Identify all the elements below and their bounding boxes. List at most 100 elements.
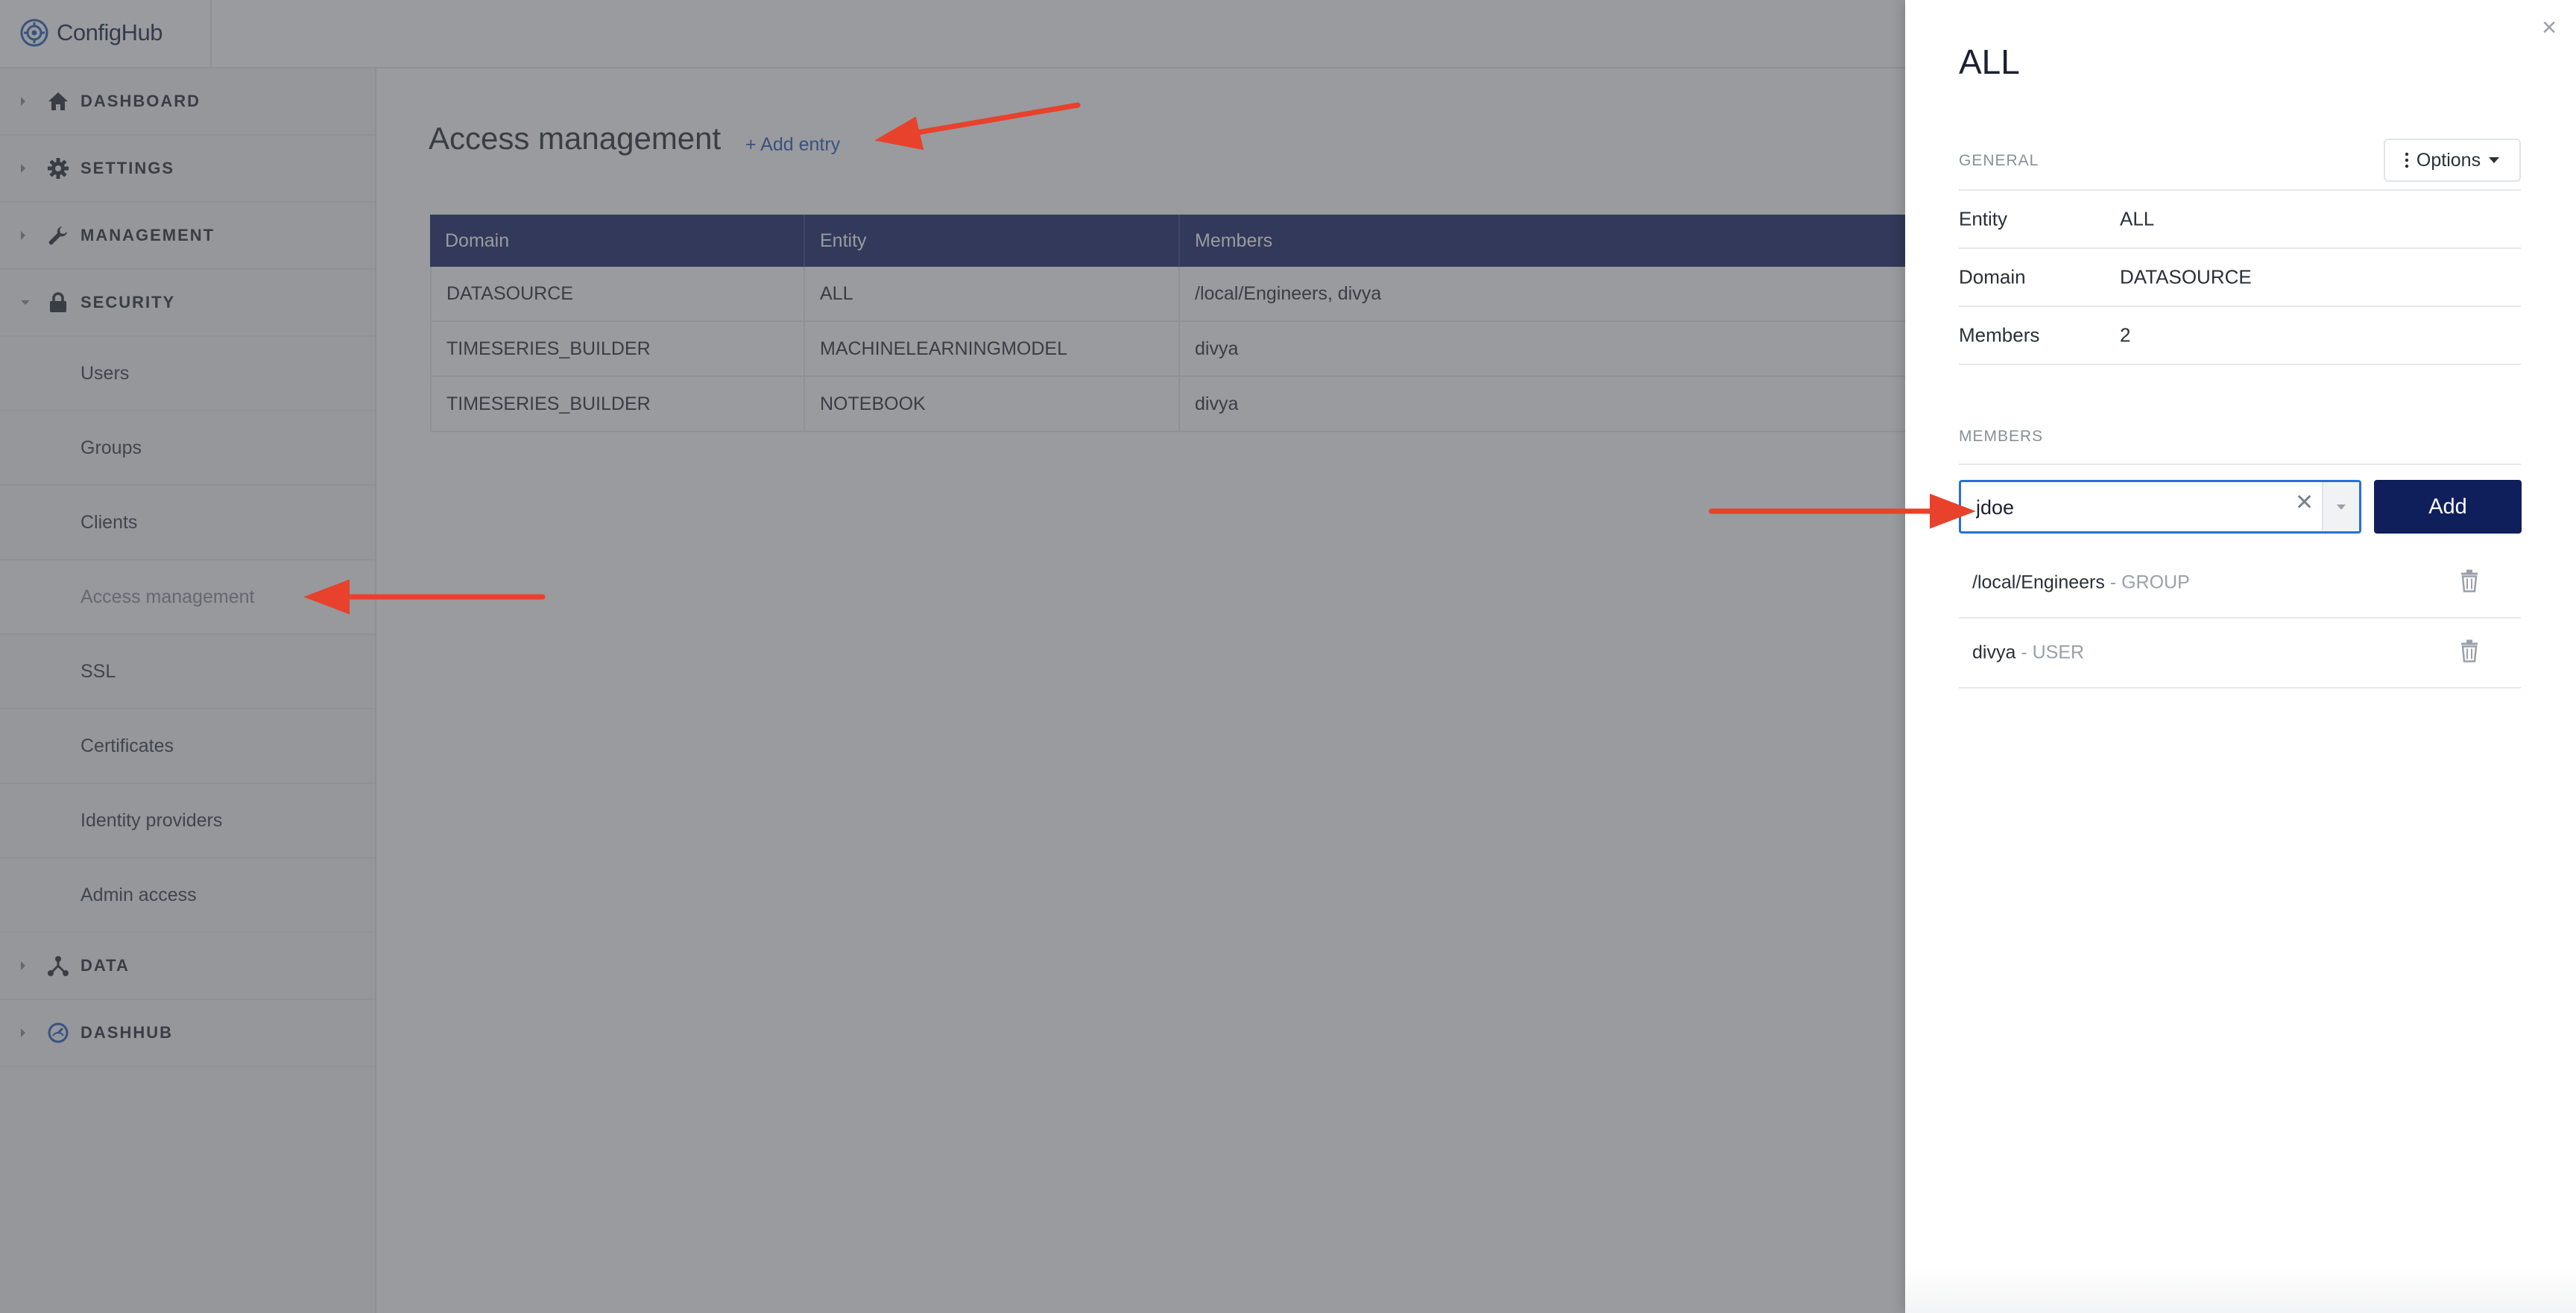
table-cell: DATASOURCE (430, 267, 805, 320)
member-name: divya (1972, 642, 2016, 663)
table-cell: NOTEBOOK (805, 377, 1180, 431)
add-member-button[interactable]: Add (2374, 480, 2522, 534)
table-cell: MACHINELEARNINGMODEL (805, 322, 1180, 376)
sidebar-subitem-certificates[interactable]: Certificates (0, 709, 375, 784)
sidebar-item-security[interactable]: SECURITY (0, 270, 375, 337)
sidebar-subitem-clients[interactable]: Clients (0, 486, 375, 560)
divider (1959, 463, 2521, 465)
column-header-members[interactable]: Members (1180, 215, 1921, 267)
table-cell: TIMESERIES_BUILDER (430, 322, 805, 376)
drawer-title: ALL (1959, 42, 2020, 81)
app-logo-text: ConfigHub (57, 19, 162, 45)
network-icon (46, 954, 70, 978)
field-key: Members (1959, 323, 2040, 347)
sidebar-item-dashhub[interactable]: DASHHUB (0, 1000, 375, 1067)
member-type: - GROUP (2104, 572, 2190, 593)
sidebar-item-settings[interactable]: SETTINGS (0, 136, 375, 203)
dropdown-toggle[interactable] (2322, 482, 2359, 531)
main-content: Access management + Add entry Domain Ent… (376, 69, 1921, 1313)
app-logo[interactable]: ConfigHub (19, 18, 162, 48)
sidebar-subitem-users[interactable]: Users (0, 337, 375, 411)
chevron-down-icon (21, 300, 30, 305)
chevron-right-icon (21, 231, 25, 240)
sidebar-subitem-label: Groups (80, 437, 142, 458)
member-list-item: divya - USER (1959, 618, 2521, 689)
access-table: Domain Entity Members DATASOURCE ALL /lo… (430, 215, 1921, 432)
member-type: - USER (2015, 642, 2085, 663)
field-key: Domain (1959, 265, 2026, 288)
options-button-label: Options (2416, 149, 2481, 171)
table-cell: /local/Engineers, divya (1180, 267, 1921, 320)
table-row[interactable]: TIMESERIES_BUILDER NOTEBOOK divya (430, 377, 1921, 432)
sidebar-subitem-ssl[interactable]: SSL (0, 635, 375, 709)
sidebar-item-data[interactable]: DATA (0, 933, 375, 1000)
column-header-entity[interactable]: Entity (805, 215, 1180, 267)
sidebar-item-label: DASHBOARD (80, 92, 201, 110)
field-key: Entity (1959, 207, 2008, 230)
drawer-bottom-fade (1905, 1267, 2576, 1313)
general-section-label: GENERAL (1959, 152, 2039, 169)
options-button[interactable]: Options (2384, 139, 2521, 182)
sidebar-subitem-admin-access[interactable]: Admin access (0, 858, 375, 933)
members-section-label: MEMBERS (1959, 428, 2044, 445)
sidebar: DASHBOARD SETTINGS MANAGEMENT SECURITY U… (0, 69, 376, 1313)
sidebar-subitem-identity-providers[interactable]: Identity providers (0, 784, 375, 858)
member-search-input[interactable] (1974, 490, 2276, 525)
field-value: ALL (2120, 207, 2155, 230)
trash-icon[interactable] (2460, 639, 2479, 667)
table-row[interactable]: TIMESERIES_BUILDER MACHINELEARNINGMODEL … (430, 322, 1921, 377)
sidebar-item-label: DASHHUB (80, 1023, 173, 1042)
close-icon[interactable]: × (2542, 13, 2557, 42)
sidebar-subitem-label: SSL (80, 660, 116, 682)
field-value: 2 (2120, 323, 2131, 347)
member-name: /local/Engineers (1972, 572, 2105, 593)
table-cell: ALL (805, 267, 1180, 320)
table-cell: divya (1180, 377, 1921, 431)
sidebar-item-management[interactable]: MANAGEMENT (0, 203, 375, 270)
field-row-entity: Entity ALL (1959, 191, 2521, 249)
page-title: Access management (429, 121, 722, 156)
gear-icon (46, 156, 70, 180)
home-icon (46, 89, 70, 113)
member-select[interactable]: ✕ (1959, 480, 2361, 534)
member-list-item: /local/Engineers - GROUP (1959, 548, 2521, 618)
field-row-members: Members 2 (1959, 307, 2521, 365)
lock-icon (46, 291, 70, 314)
confighub-logo-icon (20, 19, 48, 47)
sidebar-item-dashboard[interactable]: DASHBOARD (0, 69, 375, 136)
field-row-domain: Domain DATASOURCE (1959, 249, 2521, 307)
sidebar-item-label: DATA (80, 956, 130, 975)
chevron-right-icon (21, 97, 25, 106)
table-cell: TIMESERIES_BUILDER (430, 377, 805, 431)
column-header-domain[interactable]: Domain (430, 215, 805, 267)
sidebar-item-label: SECURITY (80, 293, 176, 311)
member-entry: /local/Engineers - GROUP (1972, 572, 2190, 594)
sidebar-subitem-groups[interactable]: Groups (0, 411, 375, 486)
clear-icon[interactable]: ✕ (2295, 490, 2314, 516)
sidebar-subitem-label: Identity providers (80, 809, 223, 831)
table-header: Domain Entity Members (430, 215, 1921, 267)
table-row[interactable]: DATASOURCE ALL /local/Engineers, divya (430, 267, 1921, 322)
trash-icon[interactable] (2460, 569, 2479, 597)
top-bar: ConfigHub (0, 0, 1905, 69)
caret-down-icon (2489, 157, 2500, 163)
sidebar-subitem-label: Certificates (80, 735, 174, 756)
sidebar-subitem-label: Users (80, 362, 130, 384)
chevron-right-icon (21, 164, 25, 173)
kebab-menu-icon (2405, 152, 2409, 168)
sidebar-subitem-label: Clients (80, 511, 138, 533)
chevron-right-icon (21, 961, 25, 970)
member-entry: divya - USER (1972, 642, 2084, 664)
sidebar-item-label: MANAGEMENT (80, 226, 215, 244)
topbar-divider (210, 0, 212, 67)
gauge-icon (46, 1021, 70, 1045)
field-value: DATASOURCE (2120, 265, 2252, 288)
chevron-down-icon (2337, 504, 2346, 510)
chevron-right-icon (21, 1028, 25, 1037)
wrench-icon (46, 224, 70, 247)
sidebar-subitem-label: Access management (80, 586, 255, 607)
sidebar-subitem-label: Admin access (80, 884, 197, 905)
add-entry-link[interactable]: + Add entry (745, 134, 840, 156)
sidebar-subitem-access-management[interactable]: Access management (0, 560, 375, 635)
table-cell: divya (1180, 322, 1921, 376)
